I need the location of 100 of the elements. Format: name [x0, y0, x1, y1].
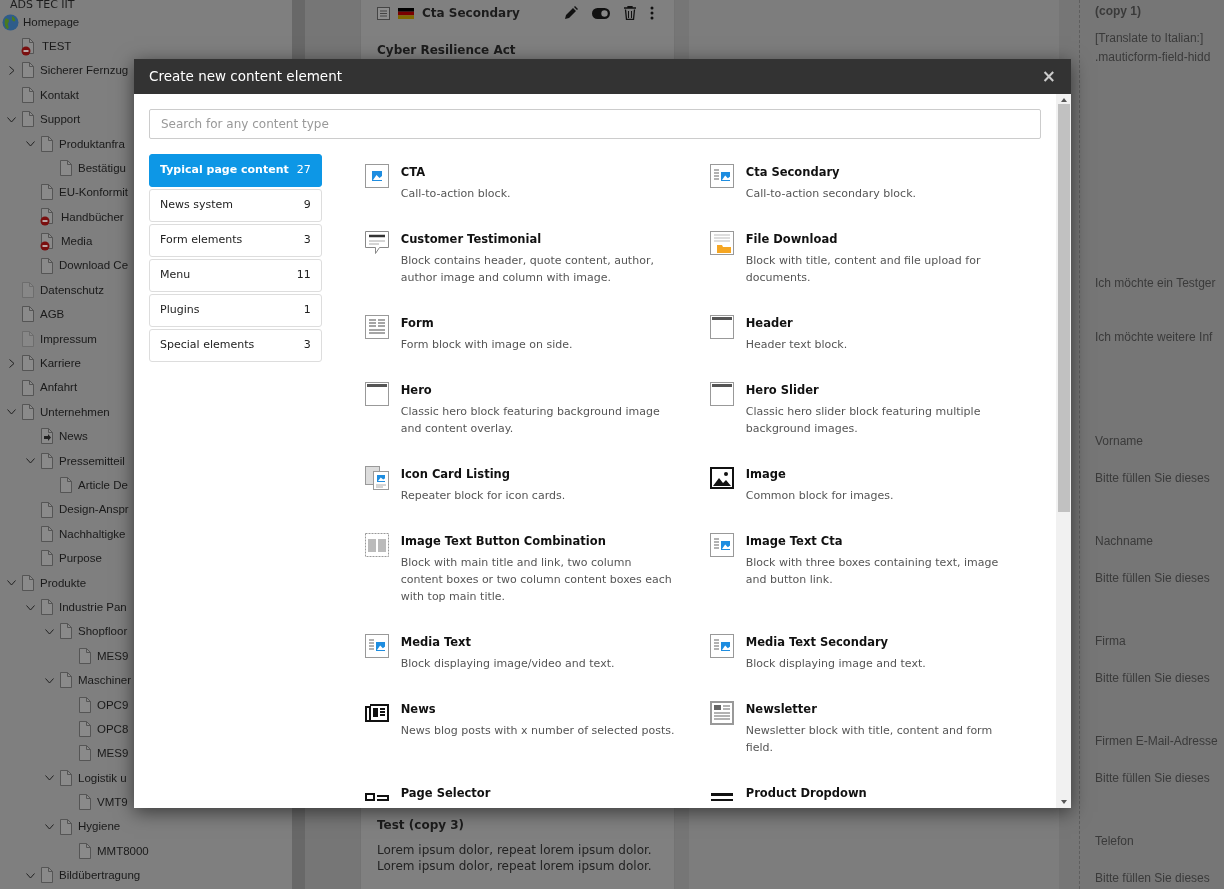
- tree-item[interactable]: Support: [40, 111, 81, 129]
- tree-item[interactable]: VMT9: [97, 794, 128, 812]
- category-tab[interactable]: News system 9: [149, 189, 322, 222]
- tree-item[interactable]: Shopfloor: [78, 623, 128, 641]
- tree-item[interactable]: Homepage: [23, 13, 80, 31]
- tree-item[interactable]: MES9: [97, 647, 129, 665]
- chevron-down-icon[interactable]: [26, 604, 35, 611]
- chevron-down-icon[interactable]: [7, 580, 16, 587]
- element-title[interactable]: Form: [400, 315, 676, 332]
- close-button[interactable]: ×: [1041, 68, 1056, 85]
- tree-item[interactable]: Design-Anspr: [59, 501, 129, 519]
- tree-item[interactable]: EU-Konformit: [59, 184, 129, 202]
- element-description: Block displaying image/video and text.: [400, 656, 616, 672]
- chevron-right-icon[interactable]: [8, 359, 15, 369]
- modal-title: Create new content element: [149, 67, 342, 87]
- page-icon: [78, 696, 92, 714]
- element-description: Block with three boxes containing text, image and button link.: [745, 555, 1000, 588]
- page-icon: [59, 160, 73, 178]
- body-text: Lorem ipsum dolor, repeat lorem ipsum dolor.: [377, 842, 653, 858]
- tree-item[interactable]: Hygiene: [78, 818, 121, 836]
- tree-item[interactable]: Anfahrt: [40, 379, 78, 397]
- toggle-icon[interactable]: [592, 7, 610, 19]
- pencil-icon[interactable]: [564, 6, 578, 20]
- element-title[interactable]: Hero Slider: [745, 382, 1021, 399]
- more-icon[interactable]: [650, 6, 654, 20]
- element-title[interactable]: Header: [745, 315, 1021, 332]
- image-icon: [709, 466, 734, 490]
- chevron-down-icon[interactable]: [26, 141, 35, 148]
- chevron-down-icon[interactable]: [26, 872, 35, 879]
- tree-item[interactable]: TEST: [42, 37, 72, 56]
- element-title[interactable]: News: [400, 701, 676, 718]
- chevron-down-icon[interactable]: [45, 677, 54, 684]
- element-title[interactable]: Image Text Cta: [745, 533, 1021, 550]
- chevron-down-icon[interactable]: [45, 824, 54, 831]
- page-icon: [78, 794, 92, 812]
- chevron-down-icon[interactable]: [7, 116, 16, 123]
- tree-item[interactable]: Karriere: [40, 355, 81, 373]
- tree-item[interactable]: OPC9: [97, 696, 129, 714]
- card-heading: Cyber Resilience Act: [377, 42, 517, 59]
- page-icon: [78, 745, 92, 763]
- tree-item[interactable]: Handbücher: [61, 208, 124, 226]
- category-tab[interactable]: Menu 11: [149, 259, 322, 292]
- tree-item[interactable]: Industrie Pan: [59, 598, 127, 617]
- element-description: Call-to-action block.: [400, 186, 512, 202]
- element-title[interactable]: Customer Testimonial: [400, 231, 676, 248]
- element-title[interactable]: Newsletter: [745, 701, 1021, 718]
- tree-item[interactable]: News: [59, 428, 88, 446]
- chevron-down-icon[interactable]: [45, 628, 54, 635]
- tree-item[interactable]: Pressemitteil: [59, 452, 125, 470]
- tree-item[interactable]: Unternehmen: [40, 403, 110, 422]
- flag-icon: [398, 7, 414, 19]
- tree-item[interactable]: Bestätigu: [78, 159, 126, 178]
- search-field[interactable]: Search for any content type: [149, 109, 1041, 139]
- tree-item[interactable]: OPC8: [97, 720, 129, 739]
- element-title[interactable]: CTA: [400, 164, 676, 181]
- element-title[interactable]: File Download: [745, 231, 1021, 248]
- element-title[interactable]: Media Text Secondary: [745, 634, 1021, 651]
- category-tab[interactable]: Typical page content 27: [149, 154, 322, 187]
- tree-item[interactable]: Bildübertragung: [59, 867, 141, 885]
- field-label: Nachname: [1095, 533, 1155, 550]
- element-title[interactable]: Image Text Button Combination: [400, 533, 676, 550]
- scrollbar[interactable]: [1056, 94, 1071, 808]
- page-icon: [40, 184, 54, 202]
- page-icon: [59, 623, 73, 641]
- tree-item[interactable]: Purpose: [59, 550, 102, 568]
- element-title[interactable]: Media Text: [400, 634, 676, 651]
- category-tab[interactable]: Special elements 3: [149, 329, 322, 362]
- tree-item[interactable]: Media: [61, 233, 93, 251]
- element-description: Call-to-action secondary block.: [745, 186, 917, 202]
- element-title[interactable]: Product Dropdown: [745, 785, 867, 802]
- element-title[interactable]: Cta Secondary: [745, 164, 1021, 181]
- tree-item[interactable]: Sicherer Fernzug: [40, 62, 129, 80]
- element-title[interactable]: Icon Card Listing: [400, 466, 676, 483]
- tree-item[interactable]: Datenschutz: [40, 281, 104, 300]
- tree-item[interactable]: Article De: [78, 477, 128, 495]
- element-title[interactable]: Hero: [400, 382, 676, 399]
- element-title[interactable]: Image: [745, 466, 1021, 483]
- tree-item[interactable]: Produkte: [40, 574, 87, 592]
- newspaper-icon: [364, 701, 389, 725]
- tree-item[interactable]: MMT8000: [97, 842, 149, 861]
- element-title[interactable]: Page Selector: [400, 785, 491, 802]
- chevron-down-icon[interactable]: [7, 409, 16, 416]
- tree-item[interactable]: AGB: [40, 306, 65, 324]
- chevron-down-icon[interactable]: [26, 458, 35, 465]
- tree-item[interactable]: Download Ce: [59, 257, 129, 275]
- trash-icon[interactable]: [624, 6, 636, 20]
- tree-item[interactable]: Produktanfra: [59, 135, 125, 153]
- page-icon: [59, 818, 73, 836]
- tree-item[interactable]: Logistik u: [78, 769, 127, 787]
- tree-item[interactable]: Kontakt: [40, 86, 79, 104]
- page-icon: [40, 257, 54, 275]
- tree-item[interactable]: Nachhaltigke: [59, 525, 126, 543]
- category-tab[interactable]: Form elements 3: [149, 224, 322, 257]
- chevron-right-icon[interactable]: [8, 66, 15, 76]
- tree-item[interactable]: Impressum: [40, 330, 97, 348]
- category-tab[interactable]: Plugins 1: [149, 294, 322, 327]
- chevron-down-icon[interactable]: [45, 775, 54, 782]
- tree-item[interactable]: MES9: [97, 745, 129, 763]
- tree-item[interactable]: Maschiner: [78, 672, 132, 690]
- page-icon: [40, 867, 54, 885]
